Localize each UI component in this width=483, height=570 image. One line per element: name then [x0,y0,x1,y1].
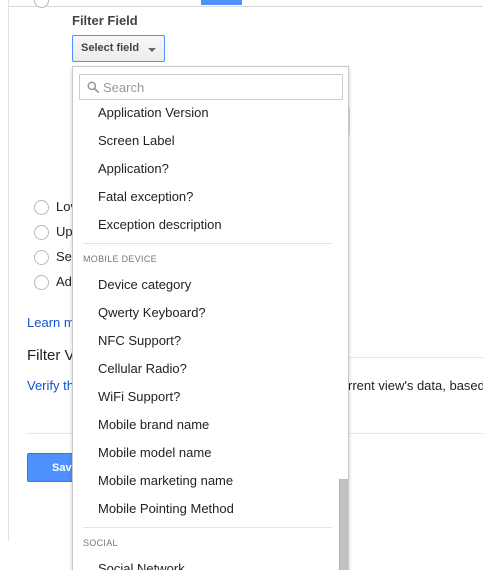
group-divider [83,527,332,528]
dropdown-item-mobile-marketing-name[interactable]: Mobile marketing name [98,473,334,501]
filter-editor-page: Filter Field Select field Lov Up Se Ad L… [0,0,483,570]
top-strip [9,0,483,7]
dropdown-item-application[interactable]: Application? [98,161,334,189]
select-field-button[interactable]: Select field [72,35,165,62]
dropdown-item-social-network[interactable]: Social Network [98,561,334,570]
scrollbar-thumb[interactable] [339,479,348,570]
dropdown-item-wifi-support[interactable]: WiFi Support? [98,389,334,417]
chevron-down-icon [148,48,156,52]
group-header-social: SOCIAL [83,538,118,548]
dropdown-item-application-version[interactable]: Application Version [98,105,334,133]
dropdown-item-exception-description[interactable]: Exception description [98,217,334,245]
radio-button[interactable] [34,200,49,215]
dropdown-item-cellular-radio[interactable]: Cellular Radio? [98,361,334,389]
group-header-mobile-device: MOBILE DEVICE [83,254,157,264]
dropdown-item-mobile-brand-name[interactable]: Mobile brand name [98,417,334,445]
search-box[interactable] [79,74,343,100]
search-input[interactable] [103,78,333,96]
field-dropdown-menu: Application Version Screen Label Applica… [72,66,349,570]
active-tab-indicator [201,0,242,5]
verify-filter-link[interactable]: Verify th [27,378,74,393]
dropdown-item-fatal-exception[interactable]: Fatal exception? [98,189,334,217]
filter-field-label: Filter Field [72,13,138,28]
filter-verification-heading: Filter V [27,347,75,364]
dropdown-item-screen-label[interactable]: Screen Label [98,133,334,161]
dropdown-list: Application Version Screen Label Applica… [73,103,339,570]
radio-label: Se [56,249,72,264]
radio-button[interactable] [34,275,49,290]
divider [348,357,483,358]
dropdown-item-mobile-model-name[interactable]: Mobile model name [98,445,334,473]
dropdown-item-qwerty-keyboard[interactable]: Qwerty Keyboard? [98,305,334,333]
learn-more-link[interactable]: Learn m [27,315,75,330]
radio-button[interactable] [34,225,49,240]
dropdown-item-nfc-support[interactable]: NFC Support? [98,333,334,361]
select-field-label: Select field [81,42,140,54]
dropdown-item-mobile-pointing-method[interactable]: Mobile Pointing Method [98,501,334,529]
radio-label: Ad [56,274,72,289]
left-rail [0,0,9,541]
verify-description-text: rrent view's data, based [348,378,483,393]
radio-button[interactable] [34,250,49,265]
search-icon [87,81,99,93]
dropdown-item-device-category[interactable]: Device category [98,277,334,305]
radio-label: Up [56,224,73,239]
group-divider [83,243,332,244]
